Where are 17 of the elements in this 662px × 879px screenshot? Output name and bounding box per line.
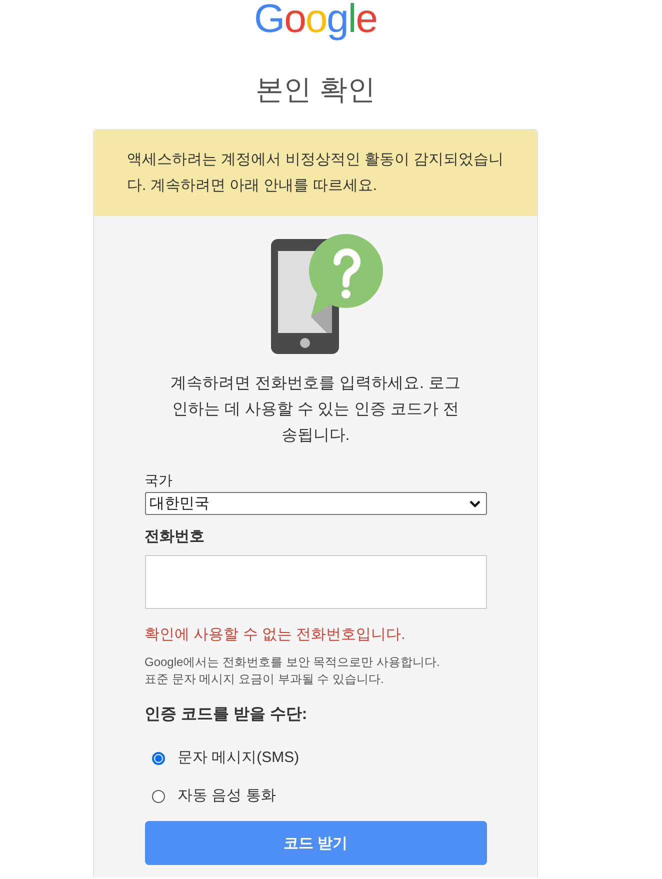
option-label[interactable]: 자동 음성 통화 bbox=[178, 786, 276, 806]
note-text: Google에서는 전화번호를 보안 목적으로만 사용합니다. bbox=[144, 654, 440, 671]
country-label: 국가 bbox=[144, 471, 172, 489]
phone-label: 전화번호 bbox=[144, 527, 204, 547]
radio-button[interactable] bbox=[152, 752, 164, 764]
page-title: 본인 확인 bbox=[256, 73, 376, 107]
radio-button[interactable] bbox=[152, 790, 164, 802]
logo: Google bbox=[254, 0, 377, 38]
chevron-down-icon bbox=[468, 500, 480, 508]
phone-input-field[interactable] bbox=[144, 555, 486, 609]
note-text: 표준 문자 메시지 요금이 부과될 수 있습니다. bbox=[144, 671, 385, 688]
option-label[interactable]: 문자 메시지(SMS) bbox=[178, 748, 300, 768]
alert-message: 액세스하려는 계정에서 비정상적인 활동이 감지되었습니다. 계속하려면 아래 안내를 따르세요. bbox=[127, 150, 505, 196]
error-message: 확인에 사용할 수 없는 전화번호입니다. bbox=[144, 625, 406, 645]
method-heading: 인증 코드를 받을 수단: bbox=[144, 705, 308, 725]
country-select[interactable]: 대한민국 bbox=[144, 492, 486, 515]
instruction-text: 계속하려면 전화번호를 입력하세요. 로그인하는 데 사용할 수 있는 인증 코드가 전송됩니다. bbox=[170, 374, 462, 446]
